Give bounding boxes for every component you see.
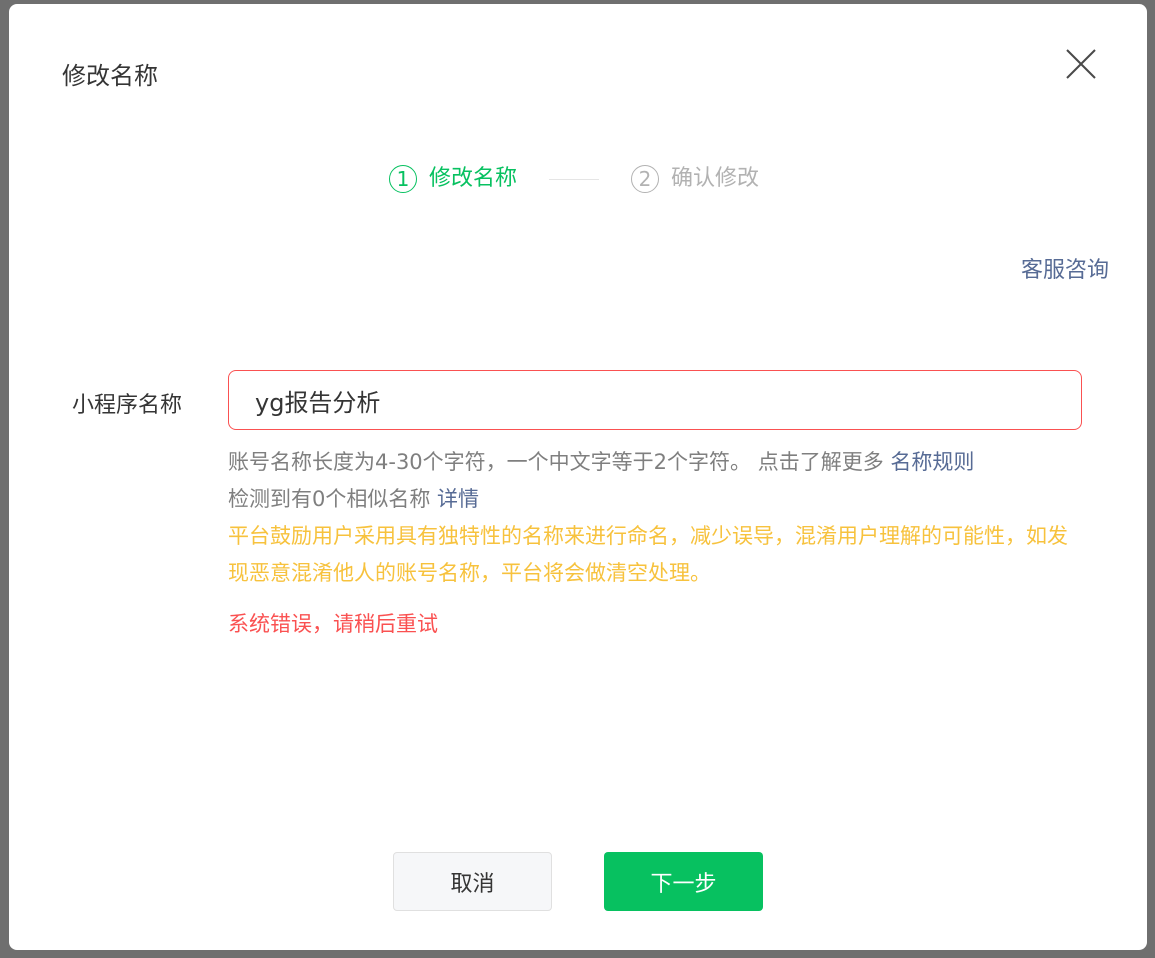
close-button[interactable] (1061, 44, 1101, 84)
similar-names-details-link[interactable]: 详情 (437, 487, 479, 511)
step-divider (549, 178, 600, 180)
error-message: 系统错误，请稍后重试 (228, 612, 438, 636)
similar-names-text: 检测到有0个相似名称 (228, 487, 438, 511)
customer-service-link[interactable]: 客服咨询 (1021, 256, 1109, 286)
similar-names-hint: 检测到有0个相似名称 详情 (228, 481, 1078, 518)
cancel-button[interactable]: 取消 (393, 852, 552, 911)
naming-warning: 平台鼓励用户采用具有独特性的名称来进行命名，减少误导，混淆用户理解的可能性，如发… (228, 524, 1068, 585)
step-2-label: 确认修改 (671, 166, 760, 191)
name-length-hint: 账号名称长度为4-30个字符，一个中文字等于2个字符。 点击了解更多 名称规则 (228, 444, 1078, 481)
mini-program-name-label: 小程序名称 (72, 393, 183, 418)
help-section: 账号名称长度为4-30个字符，一个中文字等于2个字符。 点击了解更多 名称规则 … (228, 444, 1078, 643)
next-step-button[interactable]: 下一步 (604, 852, 763, 911)
name-rules-link[interactable]: 名称规则 (890, 450, 974, 474)
dialog-title: 修改名称 (62, 62, 158, 90)
name-length-text: 账号名称长度为4-30个字符，一个中文字等于2个字符。 点击了解更多 (228, 450, 891, 474)
close-icon (1066, 49, 1096, 79)
step-1: 1 修改名称 (389, 164, 517, 194)
mini-program-name-input[interactable] (228, 370, 1082, 430)
step-2: 2 确认修改 (631, 164, 759, 194)
step-indicator: 1 修改名称 2 确认修改 (389, 162, 759, 196)
step-1-label: 修改名称 (429, 166, 518, 191)
step-2-number: 2 (631, 165, 660, 193)
step-1-number: 1 (389, 165, 417, 193)
rename-dialog: 修改名称 1 修改名称 2 确认修改 客服咨询 小程序名称 账号名称长度为4-3… (9, 4, 1147, 950)
